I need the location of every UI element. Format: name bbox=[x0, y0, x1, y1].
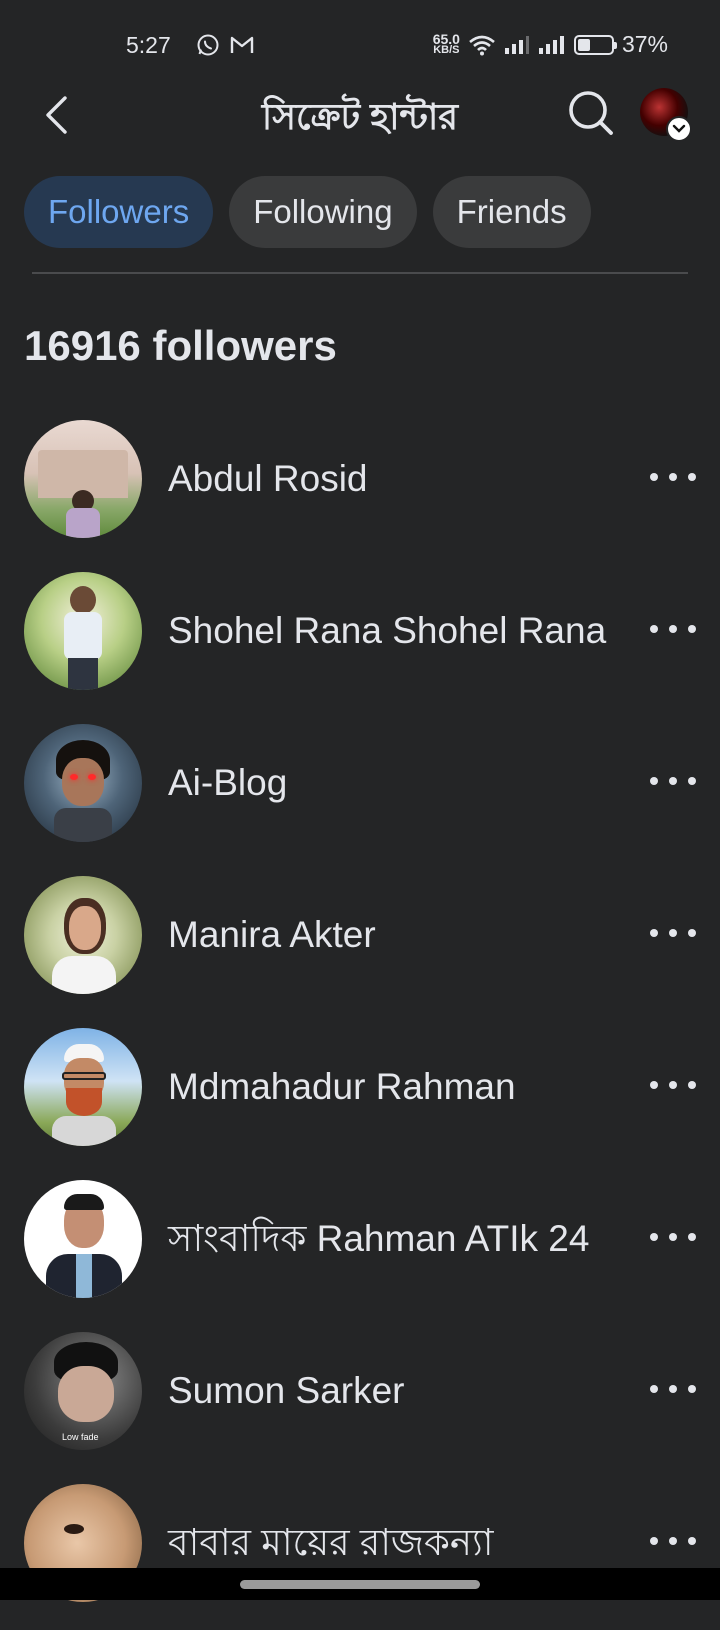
list-item[interactable]: Abdul Rosid bbox=[0, 414, 720, 566]
signal-icon bbox=[504, 35, 529, 54]
follower-name[interactable]: Shohel Rana Shohel Rana bbox=[168, 566, 630, 696]
avatar[interactable] bbox=[24, 1180, 142, 1298]
more-options-button[interactable] bbox=[650, 462, 696, 492]
avatar[interactable]: Low fade bbox=[24, 1332, 142, 1450]
system-navigation-bar bbox=[0, 1568, 720, 1600]
more-options-button[interactable] bbox=[650, 1070, 696, 1100]
system-icons: 65.0 KB/S 37% bbox=[433, 31, 668, 58]
follower-name[interactable]: Ai-Blog bbox=[168, 718, 630, 848]
followers-list: Abdul Rosid Shohel Rana Shohel Rana Ai-B… bbox=[0, 414, 720, 1630]
list-item[interactable]: Low fade Sumon Sarker bbox=[0, 1326, 720, 1478]
more-options-button[interactable] bbox=[650, 1374, 696, 1404]
header: সিক্রেট হান্টার bbox=[0, 80, 720, 150]
battery-percent: 37% bbox=[621, 31, 668, 57]
followers-count: 16916 followers bbox=[24, 322, 337, 369]
list-item[interactable]: Mdmahadur Rahman bbox=[0, 1022, 720, 1174]
list-item[interactable]: Manira Akter bbox=[0, 870, 720, 1022]
avatar[interactable] bbox=[24, 572, 142, 690]
notification-icons bbox=[196, 33, 254, 57]
follower-name[interactable]: সাংবাদিক Rahman ATIk 24 bbox=[168, 1174, 630, 1304]
battery-icon bbox=[573, 34, 617, 55]
avatar[interactable] bbox=[24, 724, 142, 842]
home-gesture-handle[interactable] bbox=[240, 1580, 480, 1589]
gmail-icon bbox=[230, 36, 254, 53]
search-icon bbox=[569, 91, 613, 135]
list-item[interactable]: Ai-Blog bbox=[0, 718, 720, 870]
list-item[interactable]: সাংবাদিক Rahman ATIk 24 bbox=[0, 1174, 720, 1326]
signal-icon bbox=[538, 35, 564, 54]
divider bbox=[32, 272, 688, 274]
follower-name[interactable]: Sumon Sarker bbox=[168, 1326, 630, 1456]
chevron-down-icon[interactable] bbox=[666, 116, 692, 142]
follower-name[interactable]: Manira Akter bbox=[168, 870, 630, 1000]
tab-followers[interactable]: Followers bbox=[24, 176, 214, 248]
list-item[interactable]: Shohel Rana Shohel Rana bbox=[0, 566, 720, 718]
avatar[interactable] bbox=[24, 420, 142, 538]
follower-name[interactable]: Mdmahadur Rahman bbox=[168, 1022, 630, 1152]
network-speed: 65.0 KB/S bbox=[432, 30, 460, 56]
search-button[interactable] bbox=[566, 88, 616, 138]
more-options-button[interactable] bbox=[650, 1526, 696, 1556]
wifi-icon bbox=[469, 35, 495, 55]
tab-following[interactable]: Following bbox=[229, 176, 417, 248]
more-options-button[interactable] bbox=[650, 614, 696, 644]
status-time: 5:27 bbox=[126, 32, 171, 58]
avatar[interactable] bbox=[24, 1028, 142, 1146]
tab-friends[interactable]: Friends bbox=[432, 176, 591, 248]
list-item[interactable]: বাবার মায়ের রাজকন্যা bbox=[0, 1478, 720, 1630]
relationship-tabs: Followers Following Friends bbox=[24, 176, 591, 248]
whatsapp-icon bbox=[197, 34, 219, 56]
more-options-button[interactable] bbox=[650, 1222, 696, 1252]
more-options-button[interactable] bbox=[650, 766, 696, 796]
follower-name[interactable]: Abdul Rosid bbox=[168, 414, 630, 544]
more-options-button[interactable] bbox=[650, 918, 696, 948]
avatar[interactable] bbox=[24, 876, 142, 994]
battery-level bbox=[577, 38, 590, 51]
avatar-caption: Low fade bbox=[62, 1432, 99, 1442]
status-bar: 5:27 65.0 KB/S 37% bbox=[0, 0, 720, 90]
